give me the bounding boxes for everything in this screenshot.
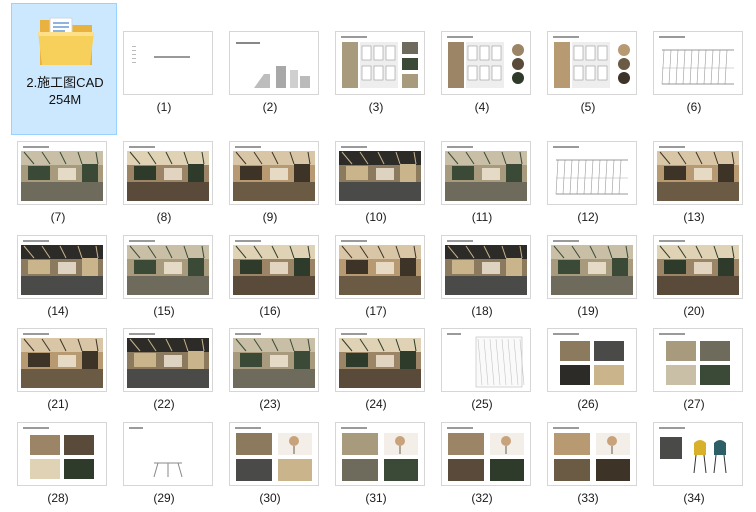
file-item[interactable]: (19) (535, 204, 641, 318)
file-item[interactable]: (18) (429, 204, 535, 318)
file-thumbnail (653, 141, 743, 205)
file-thumbnail (441, 422, 531, 486)
file-item[interactable]: (8) (111, 110, 217, 224)
file-name: (33) (577, 491, 599, 505)
file-thumbnail (17, 235, 107, 299)
file-item[interactable]: (26) (535, 297, 641, 411)
file-thumbnail (335, 328, 425, 392)
file-thumbnail (123, 235, 213, 299)
file-thumbnail (335, 235, 425, 299)
file-item[interactable]: (11) (429, 110, 535, 224)
file-thumbnail (335, 31, 425, 95)
file-item[interactable]: (29) (111, 391, 217, 505)
file-name: (34) (683, 491, 705, 505)
file-item[interactable]: (21) (5, 297, 111, 411)
file-item[interactable]: (10) (323, 110, 429, 224)
file-thumbnail (229, 422, 319, 486)
file-thumbnail (547, 422, 637, 486)
file-item[interactable]: (27) (641, 297, 747, 411)
file-item[interactable]: (28) (5, 391, 111, 505)
file-item[interactable]: (7) (5, 110, 111, 224)
file-item[interactable]: (3) (323, 0, 429, 114)
file-item[interactable]: (13) (641, 110, 747, 224)
file-thumbnail (335, 422, 425, 486)
file-thumbnail (229, 328, 319, 392)
file-item[interactable]: (14) (5, 204, 111, 318)
file-item[interactable]: (2) (217, 0, 323, 114)
file-thumbnail (653, 422, 743, 486)
file-thumbnail (123, 422, 213, 486)
file-thumbnail (441, 31, 531, 95)
file-grid: 2.施工图CAD 254M (1) (2) (3) (4) (5) (6) (7) (8) (9… (0, 0, 756, 512)
file-thumbnail (547, 235, 637, 299)
file-thumbnail (229, 235, 319, 299)
file-item[interactable]: (6) (641, 0, 747, 114)
file-item[interactable]: (16) (217, 204, 323, 318)
file-thumbnail (547, 328, 637, 392)
file-name: (29) (153, 491, 175, 505)
file-thumbnail (547, 141, 637, 205)
file-item[interactable]: (34) (641, 391, 747, 505)
file-name: (28) (47, 491, 69, 505)
file-name: (32) (471, 491, 493, 505)
file-item[interactable]: (5) (535, 0, 641, 114)
file-item[interactable]: (33) (535, 391, 641, 505)
file-thumbnail (17, 141, 107, 205)
file-item[interactable]: (22) (111, 297, 217, 411)
file-item[interactable]: (17) (323, 204, 429, 318)
folder-name: 2.施工图CAD 254M (26, 75, 104, 107)
file-thumbnail (17, 328, 107, 392)
file-thumbnail (123, 328, 213, 392)
file-thumbnail (123, 31, 213, 95)
file-item[interactable]: (32) (429, 391, 535, 505)
file-item[interactable]: (23) (217, 297, 323, 411)
file-thumbnail (335, 141, 425, 205)
file-item[interactable]: (12) (535, 110, 641, 224)
file-name: (30) (259, 491, 281, 505)
file-thumbnail (653, 328, 743, 392)
file-item[interactable]: (24) (323, 297, 429, 411)
file-item[interactable]: (31) (323, 391, 429, 505)
file-thumbnail (17, 422, 107, 486)
file-item[interactable]: (1) (111, 0, 217, 114)
file-name: (31) (365, 491, 387, 505)
file-thumbnail (441, 235, 531, 299)
file-thumbnail (547, 31, 637, 95)
file-item[interactable]: (9) (217, 110, 323, 224)
file-item[interactable]: (15) (111, 204, 217, 318)
file-thumbnail (441, 141, 531, 205)
file-thumbnail (653, 235, 743, 299)
file-thumbnail (229, 141, 319, 205)
file-thumbnail (653, 31, 743, 95)
folder-icon (38, 17, 94, 65)
file-thumbnail (441, 328, 531, 392)
file-item[interactable]: (30) (217, 391, 323, 505)
file-item[interactable]: (25) (429, 297, 535, 411)
file-item[interactable]: (4) (429, 0, 535, 114)
file-item[interactable]: (20) (641, 204, 747, 318)
file-thumbnail (229, 31, 319, 95)
file-thumbnail (123, 141, 213, 205)
